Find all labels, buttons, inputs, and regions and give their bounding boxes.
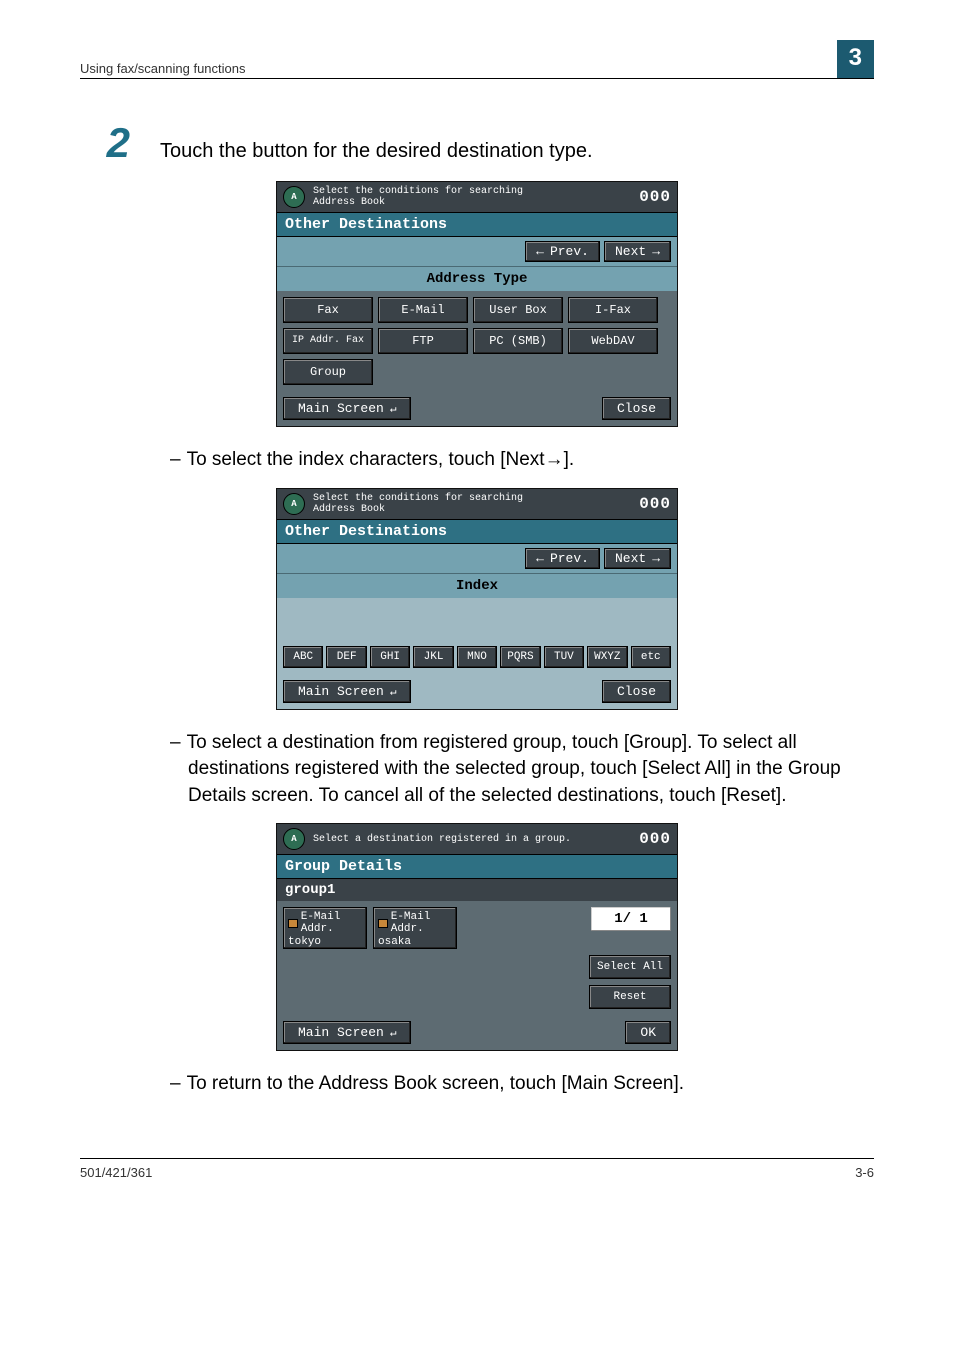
bullet-text: –To return to the Address Book screen, t… <box>170 1071 874 1098</box>
type-ftp[interactable]: FTP <box>378 328 468 354</box>
index-abc[interactable]: ABC <box>283 646 323 668</box>
step-text: Touch the button for the desired destina… <box>160 140 593 163</box>
main-screen-button[interactable]: Main Screen <box>283 1021 411 1044</box>
job-counter: 000 <box>639 830 671 848</box>
top-message: Select a destination registered in a gro… <box>313 834 639 845</box>
return-icon <box>390 684 397 699</box>
next-button[interactable]: Next <box>604 548 671 569</box>
screen-title: Other Destinations <box>277 212 677 237</box>
index-area <box>277 598 677 642</box>
index-etc[interactable]: etc <box>631 646 671 668</box>
prev-button[interactable]: Prev. <box>525 548 600 569</box>
group-name: group1 <box>277 879 677 901</box>
index-mno[interactable]: MNO <box>457 646 497 668</box>
return-icon <box>390 1025 397 1040</box>
footer-right: 3-6 <box>855 1165 874 1180</box>
index-wxyz[interactable]: WXYZ <box>587 646 627 668</box>
next-button[interactable]: Next <box>604 241 671 262</box>
screen-title: Other Destinations <box>277 519 677 544</box>
bullet-text: –To select the index characters, touch [… <box>170 447 874 474</box>
index-jkl[interactable]: JKL <box>413 646 453 668</box>
email-icon <box>288 919 298 928</box>
ok-button[interactable]: OK <box>625 1021 671 1044</box>
bullet-text: –To select a destination from registered… <box>170 730 874 810</box>
main-screen-button[interactable]: Main Screen <box>283 680 411 703</box>
job-counter: 000 <box>639 188 671 206</box>
email-icon <box>378 919 388 928</box>
type-ifax[interactable]: I-Fax <box>568 297 658 323</box>
section-label: Address Type <box>277 266 677 291</box>
index-tuv[interactable]: TUV <box>544 646 584 668</box>
reset-button[interactable]: Reset <box>589 985 671 1009</box>
close-button[interactable]: Close <box>602 680 671 703</box>
top-message: Select the conditions for searching Addr… <box>313 493 639 515</box>
step-number: 2 <box>80 119 130 167</box>
screen-index: A Select the conditions for searching Ad… <box>276 488 678 710</box>
prev-button[interactable]: Prev. <box>525 241 600 262</box>
type-group[interactable]: Group <box>283 359 373 385</box>
chapter-number: 3 <box>837 40 874 78</box>
status-icon: A <box>283 493 305 515</box>
section-label: Index <box>277 573 677 598</box>
top-message: Select the conditions for searching Addr… <box>313 186 639 208</box>
type-userbox[interactable]: User Box <box>473 297 563 323</box>
dest-item[interactable]: E-Mail Addr. tokyo <box>283 907 367 949</box>
type-email[interactable]: E-Mail <box>378 297 468 323</box>
type-webdav[interactable]: WebDAV <box>568 328 658 354</box>
type-ipaddrfax[interactable]: IP Addr. Fax <box>283 328 373 354</box>
type-fax[interactable]: Fax <box>283 297 373 323</box>
select-all-button[interactable]: Select All <box>589 955 671 979</box>
main-screen-button[interactable]: Main Screen <box>283 397 411 420</box>
index-def[interactable]: DEF <box>326 646 366 668</box>
type-pcsmb[interactable]: PC (SMB) <box>473 328 563 354</box>
screen-address-type: A Select the conditions for searching Ad… <box>276 181 678 427</box>
index-ghi[interactable]: GHI <box>370 646 410 668</box>
close-button[interactable]: Close <box>602 397 671 420</box>
footer-left: 501/421/361 <box>80 1165 152 1180</box>
status-icon: A <box>283 186 305 208</box>
dest-item[interactable]: E-Mail Addr. osaka <box>373 907 457 949</box>
running-header: Using fax/scanning functions <box>80 61 245 76</box>
status-icon: A <box>283 828 305 850</box>
return-icon <box>390 401 397 416</box>
page-counter: 1/ 1 <box>591 907 671 931</box>
index-pqrs[interactable]: PQRS <box>500 646 540 668</box>
job-counter: 000 <box>639 495 671 513</box>
screen-group-details: A Select a destination registered in a g… <box>276 823 678 1051</box>
screen-title: Group Details <box>277 854 677 879</box>
